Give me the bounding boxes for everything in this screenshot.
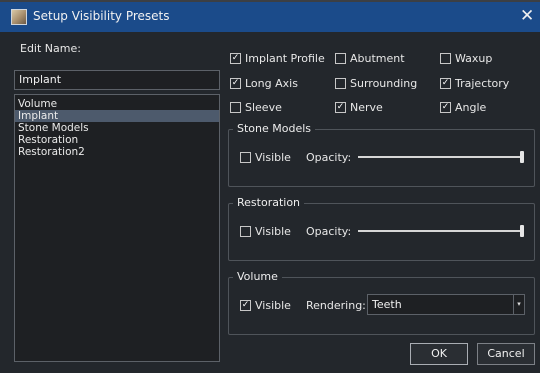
restoration-opacity-slider[interactable] <box>358 225 524 237</box>
edit-name-label: Edit Name: <box>20 42 81 55</box>
ok-button[interactable]: OK <box>410 343 468 365</box>
opacity-label: Opacity: <box>306 151 352 164</box>
check-icon: ✓ <box>335 102 346 113</box>
check-icon: ✓ <box>440 78 451 89</box>
edit-name-input[interactable]: Implant <box>14 70 220 90</box>
restoration-visible-checkbox[interactable]: Visible <box>240 225 291 238</box>
group-title: Stone Models <box>233 122 316 135</box>
stone-models-visible-checkbox[interactable]: Visible <box>240 151 291 164</box>
checkbox-empty <box>335 53 346 64</box>
option-label: Sleeve <box>245 101 282 114</box>
group-title: Volume <box>233 270 282 283</box>
surrounding-checkbox[interactable]: Surrounding <box>335 77 417 90</box>
option-label: Implant Profile <box>245 52 325 65</box>
check-icon: ✓ <box>230 53 241 64</box>
dropdown-arrow-icon[interactable]: ▾ <box>513 295 524 314</box>
app-icon <box>11 9 27 25</box>
slider-track <box>358 156 524 158</box>
checkbox-empty <box>440 53 451 64</box>
check-icon: ✓ <box>440 102 451 113</box>
checkbox-empty <box>240 226 251 237</box>
visible-label: Visible <box>255 225 291 238</box>
visible-label: Visible <box>255 299 291 312</box>
option-label: Waxup <box>455 52 493 65</box>
dialog-window: Setup Visibility Presets ✕ Edit Name: Im… <box>0 0 540 373</box>
option-label: Surrounding <box>350 77 418 90</box>
abutment-checkbox[interactable]: Abutment <box>335 52 405 65</box>
sleeve-checkbox[interactable]: Sleeve <box>230 101 282 114</box>
volume-visible-checkbox[interactable]: ✓ Visible <box>240 299 291 312</box>
list-item[interactable]: Stone Models <box>15 122 219 134</box>
preset-list[interactable]: Volume Implant Stone Models Restoration … <box>14 94 220 362</box>
waxup-checkbox[interactable]: Waxup <box>440 52 492 65</box>
checkbox-empty <box>240 152 251 163</box>
list-item[interactable]: Volume <box>15 98 219 110</box>
option-label: Nerve <box>350 101 383 114</box>
list-item[interactable]: Restoration <box>15 134 219 146</box>
slider-handle[interactable] <box>520 151 524 163</box>
rendering-value: Teeth <box>372 298 402 311</box>
rendering-label: Rendering: <box>306 299 366 312</box>
implant-profile-checkbox[interactable]: ✓ Implant Profile <box>230 52 325 65</box>
group-title: Restoration <box>233 196 305 209</box>
trajectory-checkbox[interactable]: ✓ Trajectory <box>440 77 509 90</box>
checkbox-empty <box>335 78 346 89</box>
list-item-selected[interactable]: Implant <box>15 110 219 122</box>
option-label: Angle <box>455 101 487 114</box>
close-icon[interactable]: ✕ <box>520 6 534 26</box>
visible-label: Visible <box>255 151 291 164</box>
title-bar: Setup Visibility Presets ✕ <box>0 0 540 32</box>
check-icon: ✓ <box>230 78 241 89</box>
window-title: Setup Visibility Presets <box>33 9 170 23</box>
slider-handle[interactable] <box>520 225 524 237</box>
option-label: Trajectory <box>455 77 510 90</box>
opacity-label: Opacity: <box>306 225 352 238</box>
stone-models-opacity-slider[interactable] <box>358 151 524 163</box>
list-item[interactable]: Restoration2 <box>15 146 219 158</box>
checkbox-empty <box>230 102 241 113</box>
nerve-checkbox[interactable]: ✓ Nerve <box>335 101 383 114</box>
long-axis-checkbox[interactable]: ✓ Long Axis <box>230 77 298 90</box>
option-label: Abutment <box>350 52 405 65</box>
cancel-button[interactable]: Cancel <box>477 343 535 365</box>
check-icon: ✓ <box>240 300 251 311</box>
rendering-select[interactable]: Teeth ▾ <box>367 294 525 315</box>
option-label: Long Axis <box>245 77 298 90</box>
slider-track <box>358 230 524 232</box>
angle-checkbox[interactable]: ✓ Angle <box>440 101 486 114</box>
